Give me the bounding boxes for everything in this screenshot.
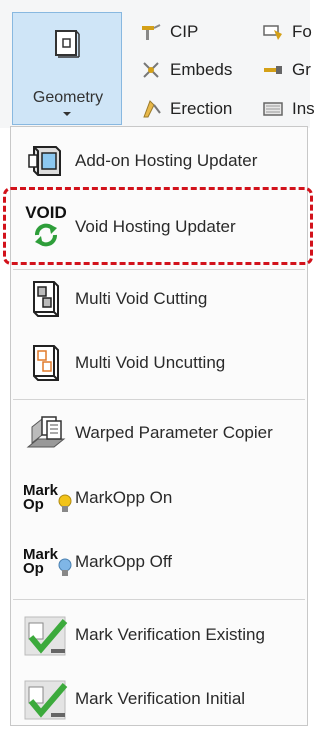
menu-item-multi-void-uncutting[interactable]: Multi Void Uncutting	[11, 333, 307, 393]
multi-void-cutting-icon	[19, 275, 73, 323]
ribbon-item-fo[interactable]: Fo	[262, 22, 312, 42]
menu-separator	[13, 399, 305, 400]
void-refresh-icon: VOID	[19, 203, 73, 251]
markopp-off-icon: Mark Op	[19, 538, 77, 586]
menu-item-markopp-off[interactable]: Mark Op MarkOpp Off	[11, 532, 307, 592]
ribbon-item-label: Gr	[292, 60, 311, 79]
op-icon-text: Op	[23, 560, 44, 577]
ribbon-item-embeds[interactable]: Embeds	[140, 60, 232, 80]
ribbon-item-ins[interactable]: Ins	[262, 99, 315, 119]
ribbon-item-cip[interactable]: CIP	[140, 22, 198, 42]
menu-item-addon-hosting-updater[interactable]: Add-on Hosting Updater	[11, 131, 307, 191]
grout-icon	[264, 66, 282, 74]
menu-item-label: Mark Verification Initial	[75, 689, 246, 708]
menu-item-mark-verification-initial[interactable]: Mark Verification Initial	[11, 669, 307, 729]
menu-item-markopp-on[interactable]: Mark Op MarkOpp On	[11, 468, 307, 528]
ribbon-item-label: Embeds	[170, 60, 233, 79]
menu-item-label: Mark Verification Existing	[75, 625, 265, 644]
dropdown-arrow-icon	[63, 112, 71, 116]
menu-item-label: MarkOpp On	[75, 488, 173, 507]
void-icon-text: VOID	[25, 203, 67, 222]
embeds-icon	[143, 62, 159, 78]
menu-item-void-hosting-updater[interactable]: VOID Void Hosting Updater	[11, 197, 307, 257]
menu-separator	[13, 599, 305, 600]
menu-item-label: Void Hosting Updater	[75, 217, 236, 236]
ribbon-item-label: Erection	[170, 99, 233, 118]
geometry-label: Geometry	[32, 89, 104, 106]
warped-copier-icon	[19, 409, 73, 457]
bulb-off-icon	[58, 558, 72, 576]
cip-icon	[142, 24, 161, 40]
op-icon-text: Op	[23, 496, 44, 513]
multi-void-uncutting-icon	[19, 339, 73, 387]
mark-verification-existing-icon	[19, 611, 73, 659]
addon-hosting-icon	[19, 137, 73, 185]
ribbon-item-label: Ins	[292, 99, 315, 118]
bulb-on-icon	[58, 494, 72, 512]
mark-verification-initial-icon	[19, 675, 73, 723]
menu-item-label: Multi Void Cutting	[75, 289, 208, 308]
ribbon-item-label: Fo	[292, 22, 312, 41]
markopp-on-icon: Mark Op	[19, 474, 77, 522]
ribbon-item-label: CIP	[170, 22, 199, 41]
menu-item-warped-parameter-copier[interactable]: Warped Parameter Copier	[11, 403, 307, 463]
foundation-icon	[263, 25, 282, 40]
geometry-dropdown-menu: Add-on Hosting Updater VOID Void Hosting…	[3, 126, 313, 729]
menu-item-multi-void-cutting[interactable]: Multi Void Cutting	[11, 269, 307, 329]
insulation-icon	[263, 102, 283, 116]
menu-item-mark-verification-existing[interactable]: Mark Verification Existing	[11, 605, 307, 665]
geometry-dropdown-button[interactable]: Geometry	[12, 12, 122, 125]
menu-item-label: MarkOpp Off	[75, 552, 172, 571]
ribbon-panel: Geometry CIP Embeds Erection Fo Gr Ins	[0, 0, 315, 128]
menu-item-label: Warped Parameter Copier	[75, 423, 273, 442]
ribbon-item-gr[interactable]: Gr	[262, 60, 311, 80]
geometry-icon	[55, 30, 80, 58]
menu-item-label: Multi Void Uncutting	[75, 353, 226, 372]
ribbon-item-erection[interactable]: Erection	[140, 99, 232, 119]
menu-item-label: Add-on Hosting Updater	[75, 151, 258, 170]
erection-icon	[143, 100, 161, 118]
